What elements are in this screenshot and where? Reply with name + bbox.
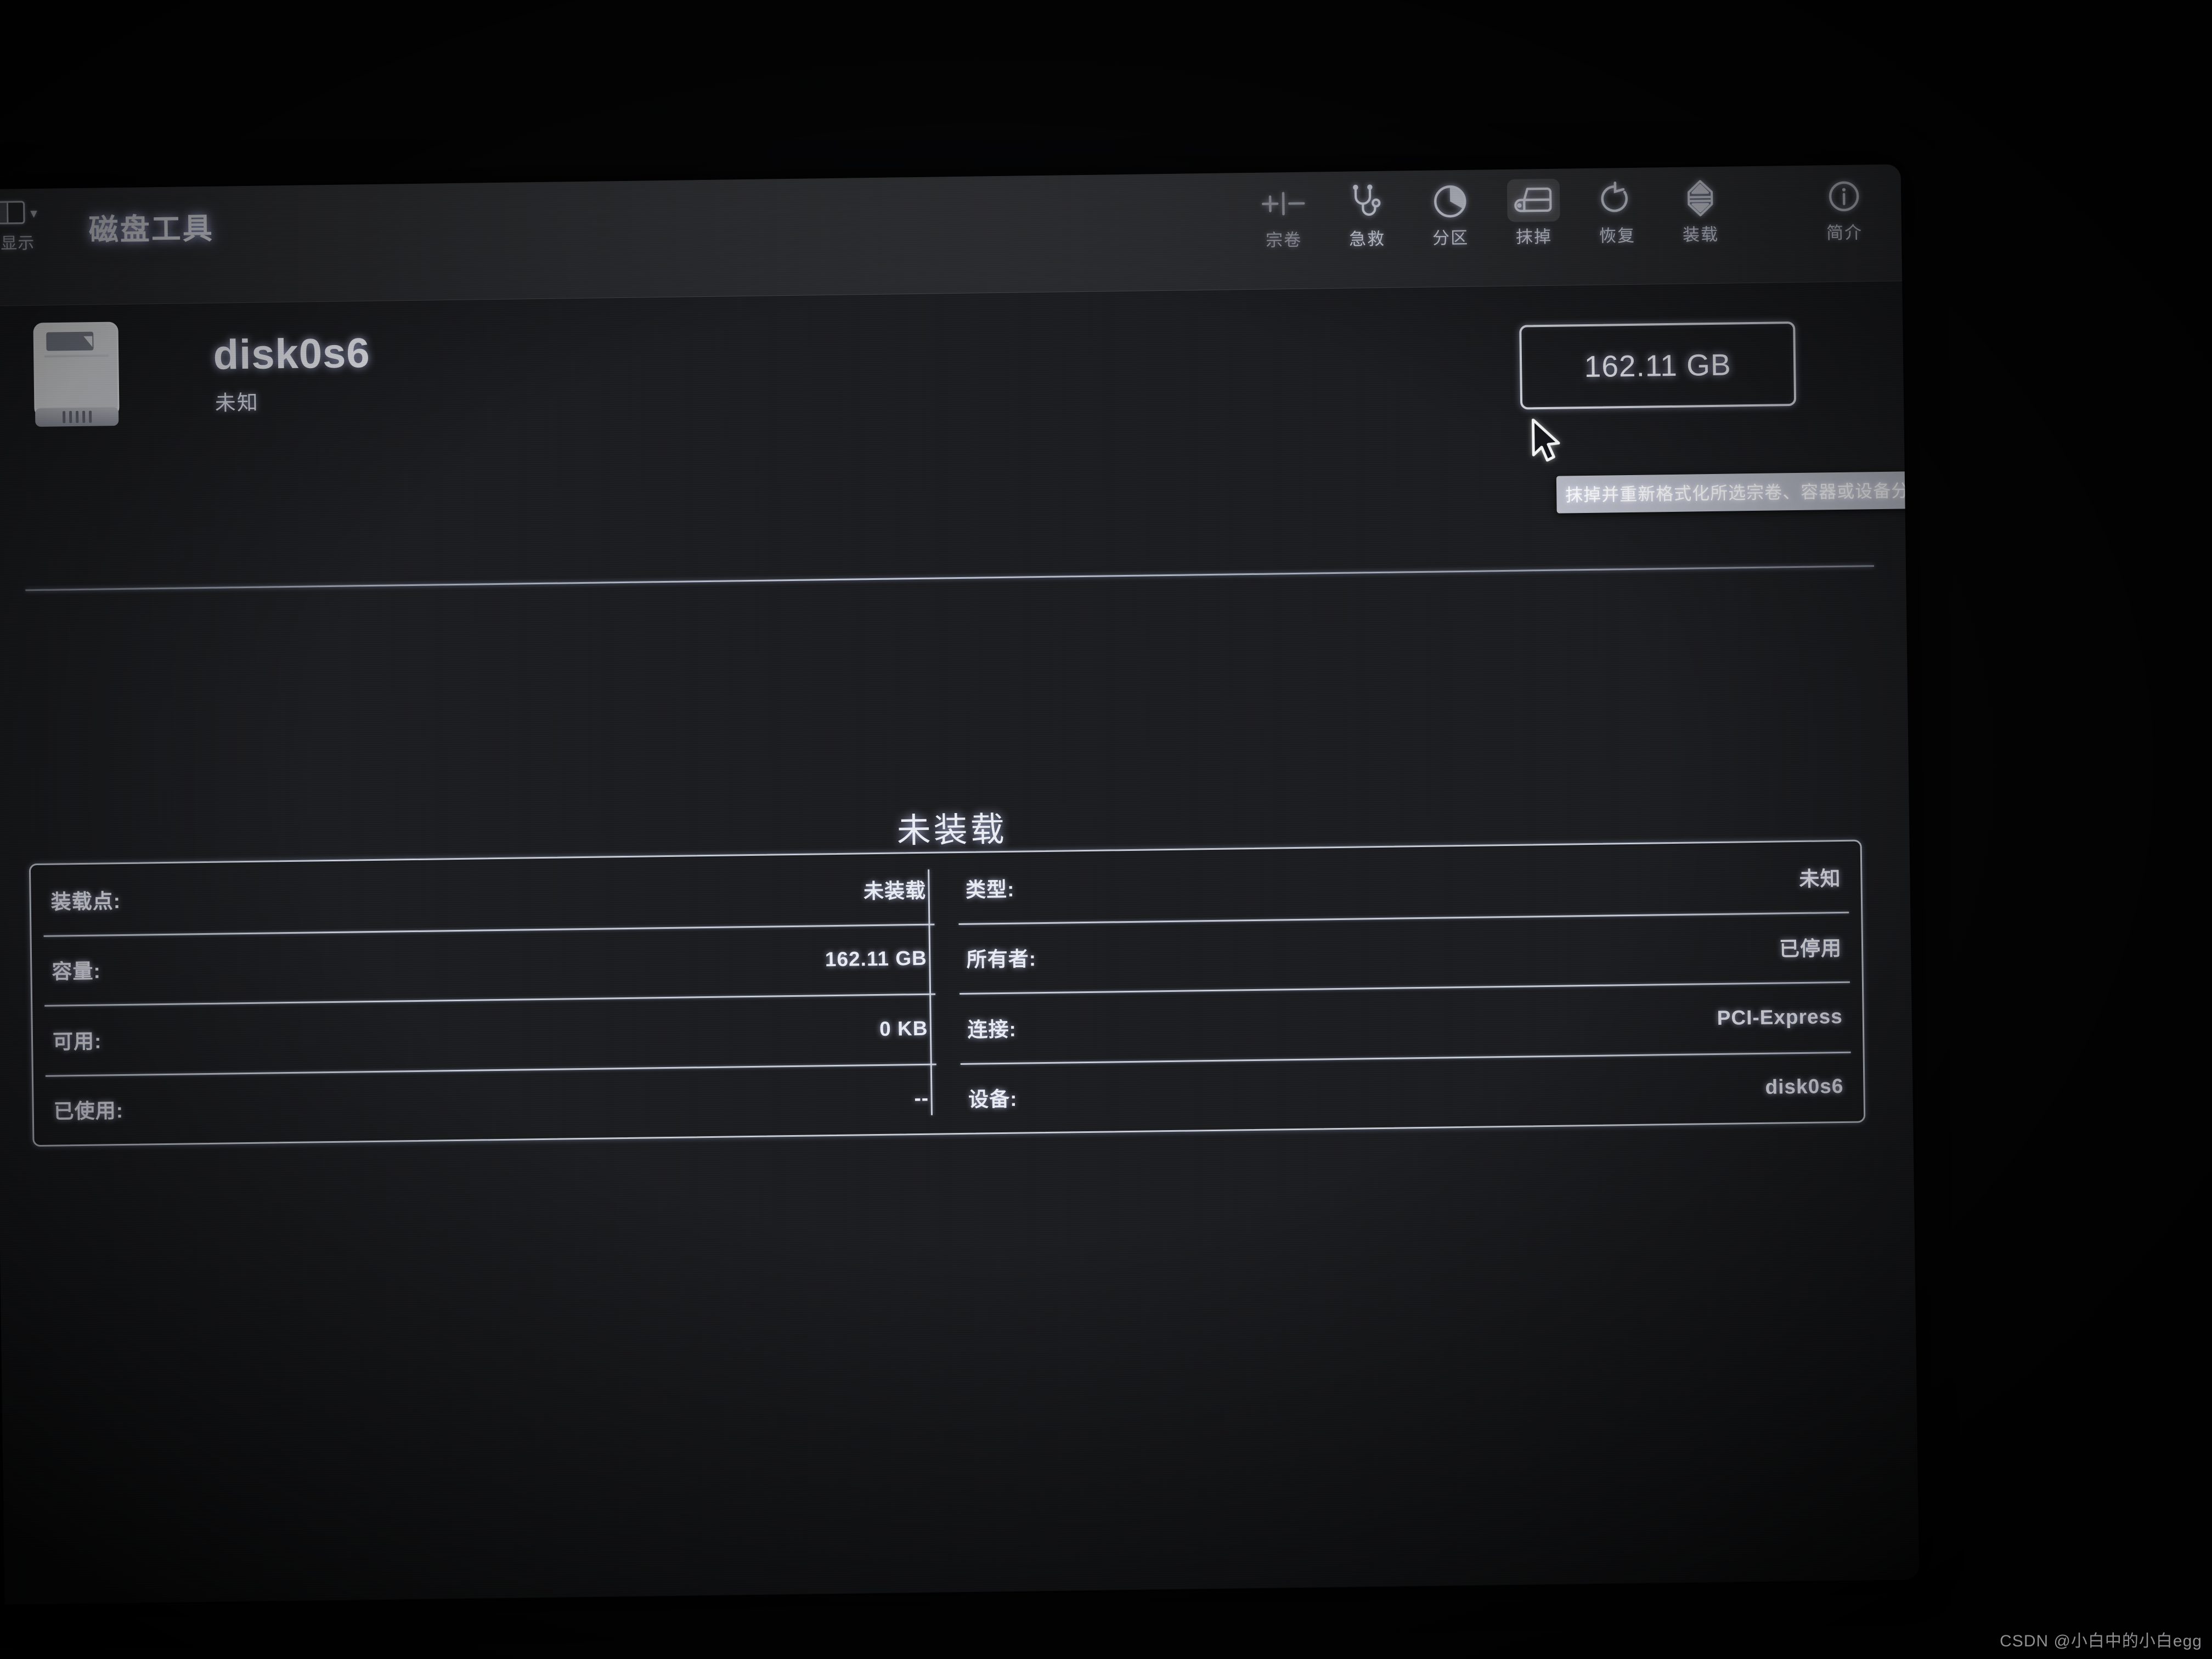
toolbar-item-info-label: 简介: [1826, 223, 1863, 243]
toolbar-item-first-aid[interactable]: 急救: [1325, 180, 1409, 250]
toolbar-item-partition[interactable]: 分区: [1408, 179, 1493, 249]
toolbar-item-erase-label: 抹掉: [1515, 227, 1553, 247]
capacity-badge: 162.11 GB: [1519, 321, 1797, 410]
mount-eject-icon: [1674, 177, 1727, 220]
toolbar-item-erase[interactable]: 抹掉: [1492, 178, 1576, 248]
info-label: 类型:: [965, 878, 1015, 901]
toolbar-item-volume-label: 宗卷: [1265, 230, 1302, 250]
chevron-down-icon[interactable]: ▾: [30, 205, 37, 221]
info-label: 设备:: [968, 1087, 1018, 1111]
disk-info-table: 装载点: 未装载 容量: 162.11 GB 可用: 0 KB 已使用: --: [29, 839, 1866, 1147]
info-label: 所有者:: [966, 947, 1037, 972]
toolbar-item-partition-label: 分区: [1432, 228, 1469, 248]
info-value: 已停用: [1779, 937, 1842, 961]
toolbar-item-mount-label: 装载: [1682, 224, 1719, 245]
toolbar-item-restore[interactable]: 恢复: [1575, 177, 1660, 247]
disk-format: 未知: [215, 391, 259, 415]
disk-name: disk0s6: [213, 330, 371, 379]
table-row: 已使用: --: [33, 1063, 949, 1145]
table-row: 容量: 162.11 GB: [32, 923, 947, 1005]
sidebar-toggle-button[interactable]: ▾ 显示: [0, 201, 38, 254]
info-value: 未知: [1799, 867, 1841, 890]
info-label: 装载点:: [50, 889, 121, 913]
pie-chart-icon: [1424, 180, 1477, 223]
info-value: 162.11 GB: [825, 947, 927, 971]
sidebar-toggle-label: 显示: [1, 234, 35, 253]
info-column-left: 装载点: 未装载 容量: 162.11 GB 可用: 0 KB 已使用: --: [31, 853, 949, 1145]
toolbar-item-restore-label: 恢复: [1599, 225, 1636, 246]
table-row: 所有者: 已停用: [946, 911, 1862, 993]
capacity-badge-value: 162.11 GB: [1584, 347, 1732, 384]
info-value: --: [914, 1087, 929, 1110]
sidebar-panel-icon: [0, 201, 25, 224]
sidebar-panel-icon-pane: [0, 202, 9, 223]
toolbar-item-mount[interactable]: 装载: [1658, 176, 1743, 246]
disk-utility-window: ▾ 显示 磁盘工具 宗卷 急救 分区 抹掉 恢复 装载 简介 抹掉并重新格式化所…: [0, 164, 1920, 1605]
eraser-icon: [1506, 178, 1560, 222]
info-value: PCI-Express: [1717, 1005, 1843, 1029]
plus-minus-icon: [1257, 182, 1310, 225]
toolbar-item-volume[interactable]: 宗卷: [1242, 182, 1326, 251]
toolbar-left-group: ▾ 显示: [0, 201, 38, 254]
watermark: CSDN @小白中的小白egg: [2000, 1632, 2202, 1650]
info-value: disk0s6: [1765, 1075, 1844, 1099]
info-value: 0 KB: [879, 1017, 928, 1040]
info-column-right: 类型: 未知 所有者: 已停用 连接: PCI-Express 设备: disk…: [945, 842, 1864, 1133]
table-row: 连接: PCI-Express: [947, 981, 1863, 1063]
page-title: 磁盘工具: [88, 212, 215, 247]
tooltip-erase: 抹掉并重新格式化所选宗卷、容器或设备分区图: [1556, 471, 1920, 514]
toolbar-button-group: 宗卷 急救 分区 抹掉 恢复 装载 简介: [1242, 174, 1887, 251]
info-label: 已使用:: [53, 1099, 124, 1123]
photo-canvas: ▾ 显示 磁盘工具 宗卷 急救 分区 抹掉 恢复 装载 简介 抹掉并重新格式化所…: [0, 0, 2212, 1659]
window-skew-wrapper: ▾ 显示 磁盘工具 宗卷 急救 分区 抹掉 恢复 装载 简介 抹掉并重新格式化所…: [0, 0, 2212, 1659]
toolbar-item-info[interactable]: 简介: [1802, 174, 1887, 244]
info-circle-icon: [1818, 174, 1871, 218]
info-label: 可用:: [52, 1030, 102, 1053]
mouse-cursor: [1531, 418, 1560, 462]
counter-clockwise-arrow-icon: [1590, 178, 1644, 221]
table-row: 可用: 0 KB: [32, 993, 948, 1075]
external-hard-drive-icon: [33, 321, 120, 427]
toolbar-item-first-aid-label: 急救: [1348, 229, 1386, 249]
tooltip-text: 抹掉并重新格式化所选宗卷、容器或设备分区图: [1565, 480, 1920, 505]
table-row: 装载点: 未装载: [31, 853, 946, 935]
disk-header: disk0s6 未知 162.11 GB: [0, 280, 1906, 591]
table-row: 类型: 未知: [945, 842, 1861, 923]
sidebar-toggle-row: ▾: [0, 201, 37, 224]
stethoscope-icon: [1340, 181, 1393, 224]
table-row: 设备: disk0s6: [948, 1051, 1864, 1133]
info-value: 未装载: [863, 879, 927, 903]
info-label: 连接:: [967, 1018, 1017, 1041]
info-label: 容量:: [52, 960, 101, 983]
